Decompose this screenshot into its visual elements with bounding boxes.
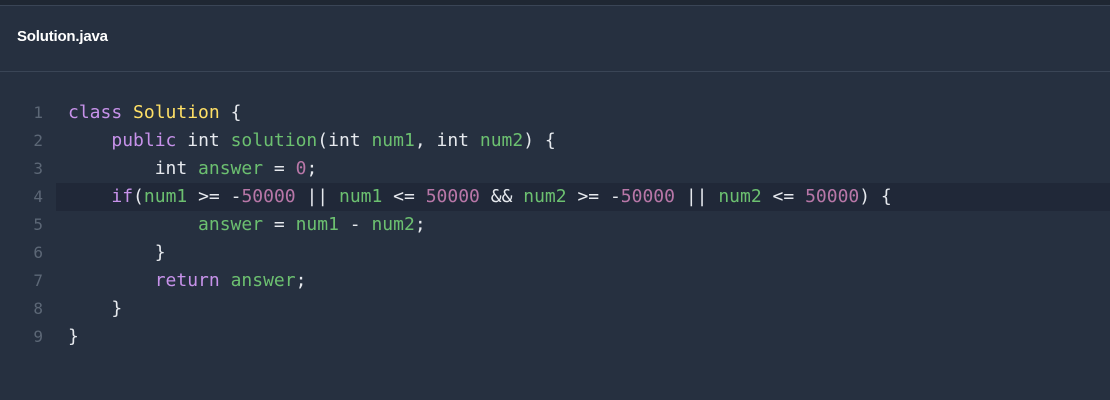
code-token: public [111,130,177,151]
code-token: >= - [566,186,621,207]
line-number: 5 [33,215,43,234]
code-token: || [295,186,339,207]
code-token: answer [198,158,264,179]
code-token: - [338,214,372,235]
code-token: || [674,186,719,207]
code-token: num2 [523,186,567,207]
code-token: ; [295,270,307,291]
code-token: >= - [187,186,242,207]
code-line[interactable]: 1 class Solution { [0,99,1110,127]
code-token: <= [761,186,806,207]
code-line[interactable]: 2 public int solution(int num1, int num2… [0,127,1110,155]
code-text: } [68,239,166,267]
file-name: Solution.java [17,28,108,45]
code-token: num1 [143,186,188,207]
code-token: num2 [718,186,762,207]
code-token: 0 [295,158,307,179]
line-number: 2 [33,131,43,150]
code-text: int answer = 0; [68,155,318,183]
code-token: = [263,158,296,179]
code-token: ( [133,186,144,207]
code-token: <= [382,186,426,207]
line-number: 9 [33,327,43,346]
code-token: num2 [479,130,524,151]
code-token: { [219,102,242,123]
code-token: int [176,130,231,151]
code-token: (int [317,130,372,151]
code-token: , int [414,130,480,151]
code-token: num1 [295,214,339,235]
code-token: num1 [371,130,415,151]
code-token: int [68,158,199,179]
code-token: ; [306,158,318,179]
line-number: 8 [33,299,43,318]
code-area[interactable]: 1 class Solution {2 public int solution(i… [0,99,1110,351]
code-token: = [263,214,296,235]
code-token: } [68,242,166,263]
code-line[interactable]: 6 } [0,239,1110,267]
code-token: num2 [371,214,415,235]
line-number: 6 [33,243,43,262]
code-token: 50000 [241,186,296,207]
code-token: } [68,326,79,347]
code-text: answer = num1 - num2; [68,211,426,239]
code-text: if(num1 >= -50000 || num1 <= 50000 && nu… [68,183,892,211]
code-text: return answer; [68,267,307,295]
code-token: return [154,270,220,291]
code-token: solution [230,130,318,151]
code-line[interactable]: 5 answer = num1 - num2; [0,211,1110,239]
code-text: class Solution { [68,99,241,127]
code-line-active[interactable]: 4 if(num1 >= -50000 || num1 <= 50000 && … [33,183,1110,211]
code-token: ) { [859,186,892,207]
line-number: 3 [33,159,43,178]
file-header: Solution.java [0,6,1110,72]
code-token: class [68,102,123,123]
code-line[interactable]: 9} [0,323,1110,351]
code-token: answer [230,270,296,291]
line-number: 1 [33,103,43,122]
code-text: public int solution(int num1, int num2) … [68,127,556,155]
code-editor: Solution.java 1 class Solution {2 public … [0,0,1110,400]
code-token: } [68,298,123,319]
code-token: ; [414,214,426,235]
code-token: if [111,186,134,207]
code-token: ) { [523,130,556,151]
code-token: 50000 [805,186,860,207]
line-number: 7 [33,271,43,290]
code-token: && [479,186,524,207]
code-token: num1 [338,186,383,207]
line-number: 4 [33,187,43,206]
code-text: } [68,323,79,351]
code-line[interactable]: 3 int answer = 0; [0,155,1110,183]
code-line[interactable]: 7 return answer; [0,267,1110,295]
code-token: 50000 [425,186,480,207]
code-token: answer [198,214,264,235]
code-token: 50000 [620,186,675,207]
code-text: } [68,295,122,323]
code-token: Solution [133,102,220,123]
code-line[interactable]: 8 } [0,295,1110,323]
